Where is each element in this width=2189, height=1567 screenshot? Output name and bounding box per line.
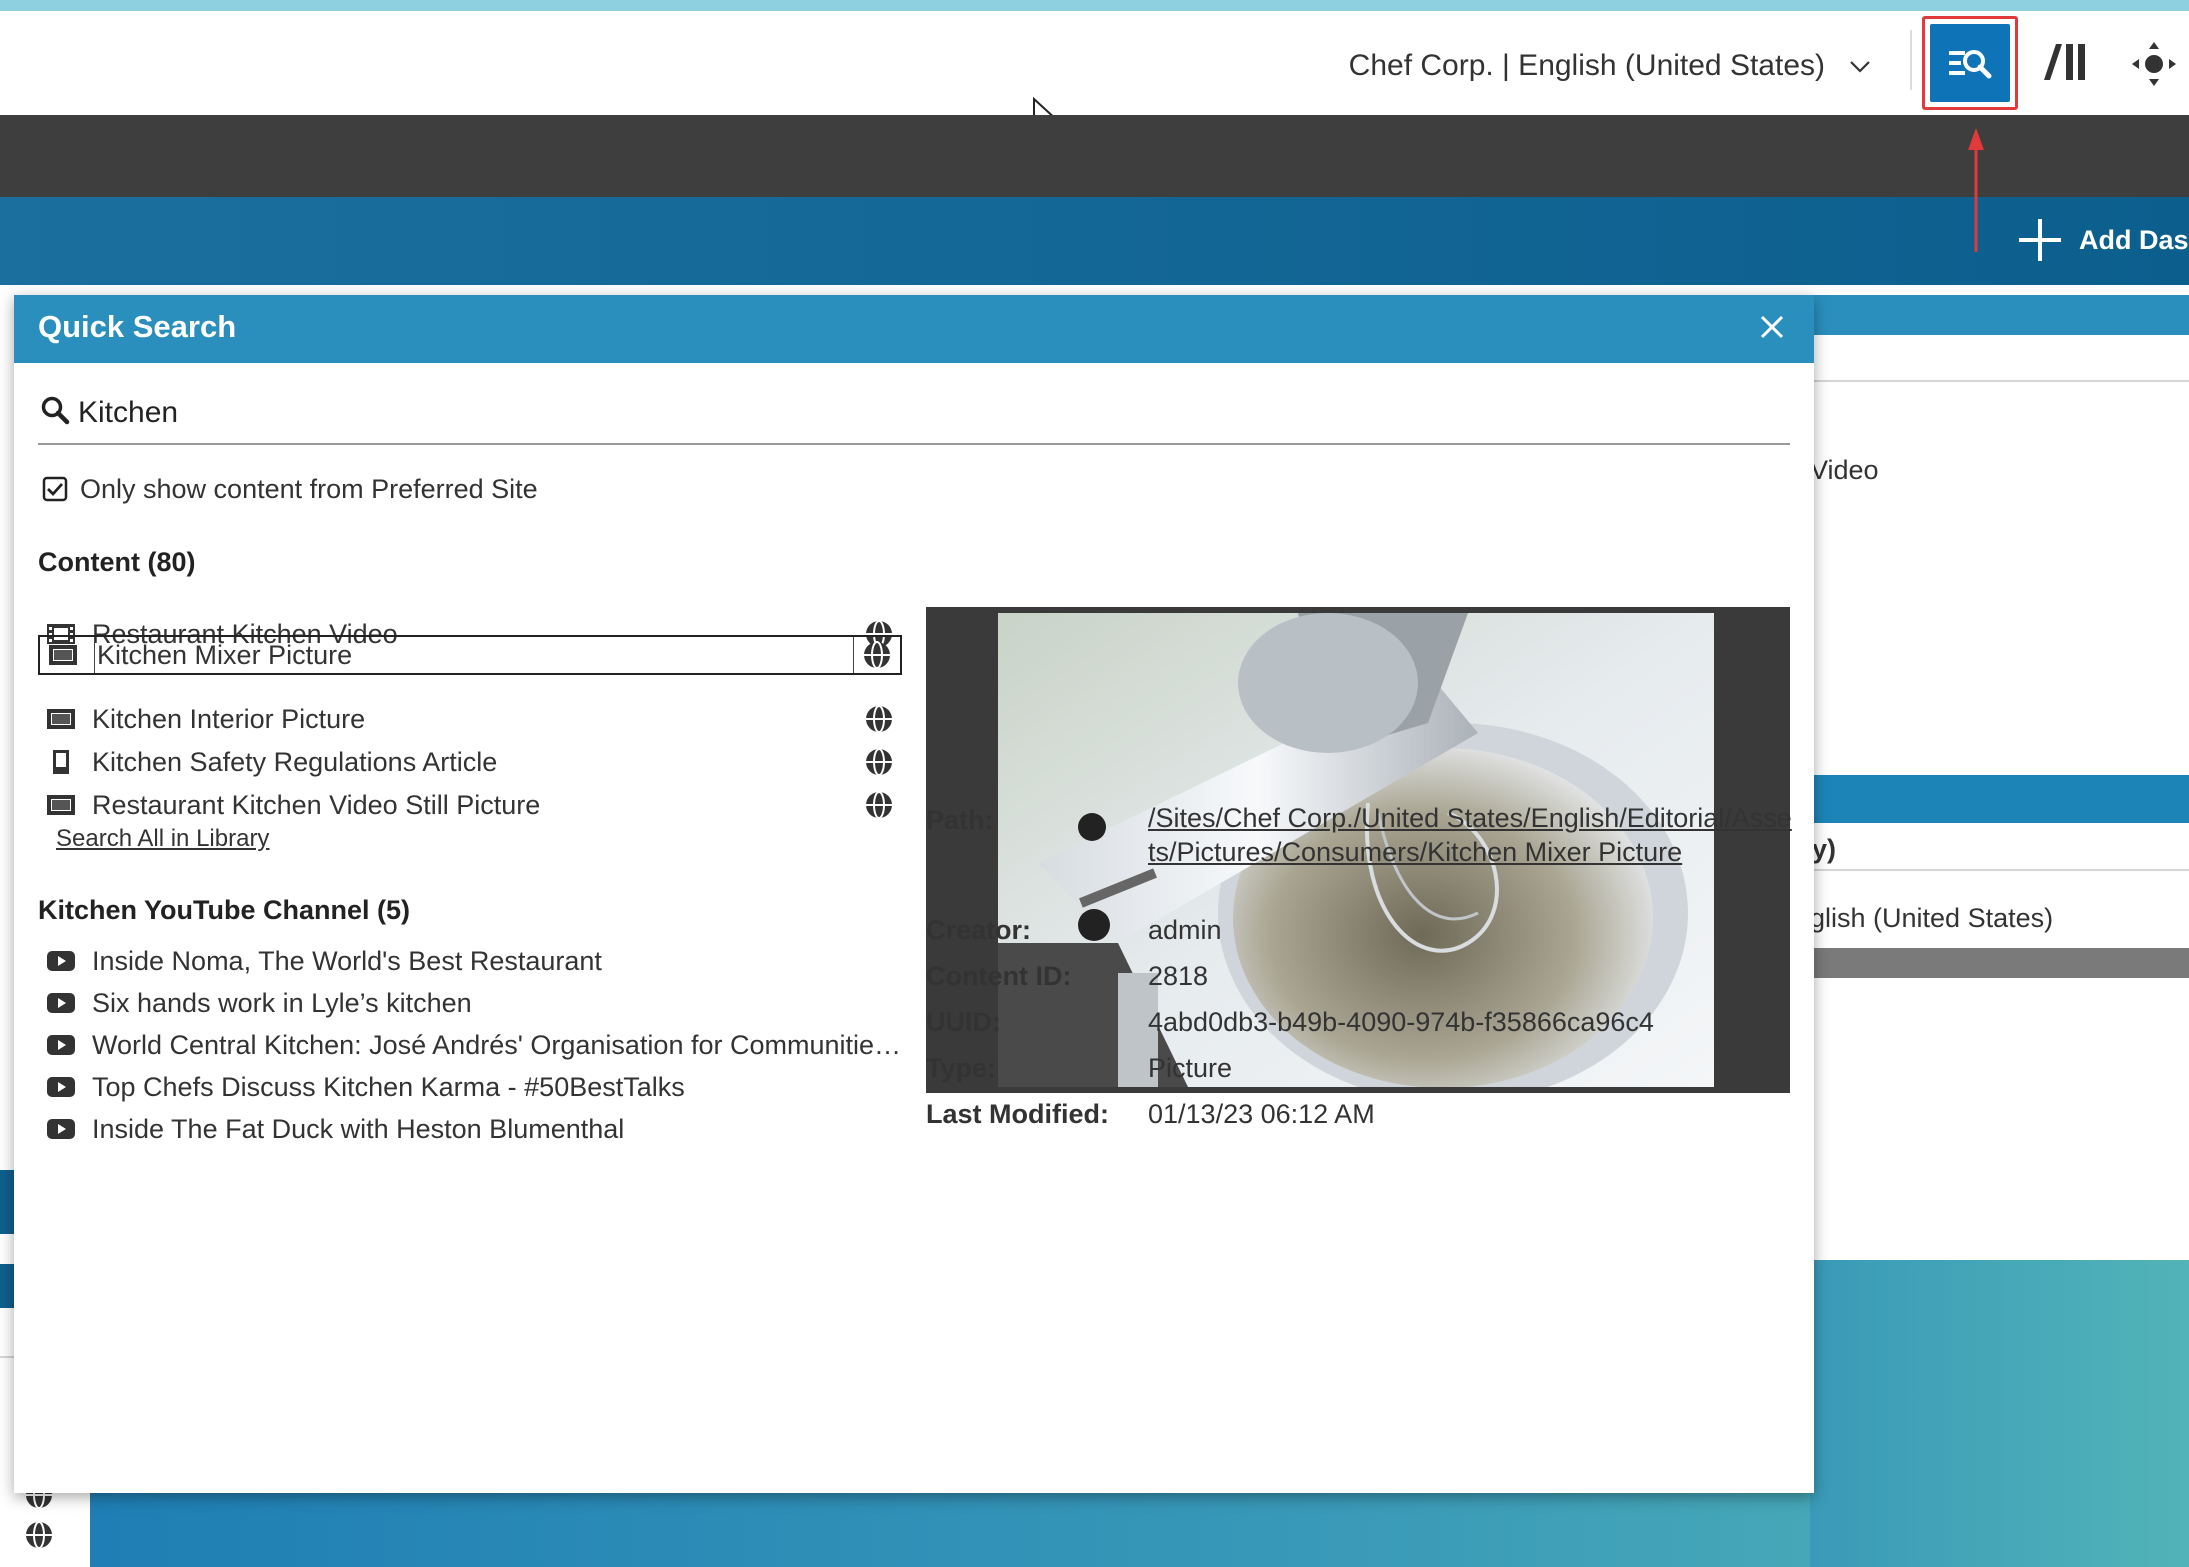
dashboard-bar (0, 197, 2189, 285)
background-locale-text: glish (United States) (1810, 903, 2054, 933)
article-icon (53, 750, 69, 774)
type-value: Picture (1148, 1053, 1233, 1083)
navigation-icon[interactable] (2130, 40, 2178, 88)
quick-search-icon (1949, 50, 1992, 79)
content-item-label: Kitchen Interior Picture (92, 703, 366, 734)
last-modified-label: Last Modified: (926, 1099, 1109, 1129)
youtube-play-icon (47, 993, 75, 1013)
picture-icon (47, 795, 75, 815)
youtube-item-label: World Central Kitchen: José Andrés' Orga… (92, 1029, 908, 1060)
top-accent-strip (0, 0, 2189, 11)
background-paren-text: y) (1812, 834, 1837, 864)
content-item-label: Restaurant Kitchen Video Still Picture (92, 789, 541, 820)
content-item-label: Kitchen Mixer Picture (94, 637, 854, 673)
path-link[interactable]: /Sites/Chef Corp./United States/English/… (1148, 801, 1796, 869)
globe-icon (26, 1521, 52, 1549)
background-left-divider (0, 1356, 14, 1358)
header-divider (1910, 30, 1912, 90)
content-section-title: Content (80) (38, 547, 196, 577)
search-all-library-link[interactable]: Search All in Library (56, 825, 269, 853)
picture-icon (47, 709, 75, 729)
background-gradient-area-right (1810, 1260, 2189, 1567)
quick-search-button[interactable] (1922, 16, 2018, 110)
youtube-item-label: Top Chefs Discuss Kitchen Karma - #50Bes… (92, 1071, 685, 1102)
youtube-play-icon (47, 951, 75, 971)
list-item-selected[interactable]: Kitchen Mixer Picture (38, 635, 902, 675)
path-label: Path: (926, 805, 994, 835)
add-dashboard-button[interactable]: Add Dash (2017, 215, 2189, 265)
list-item[interactable]: Restaurant Kitchen Video Still Picture (38, 785, 902, 825)
background-gray-bar (1810, 948, 2189, 978)
type-label: Type: (926, 1053, 997, 1083)
youtube-play-icon (47, 1035, 75, 1055)
preferred-site-option[interactable]: Only show content from Preferred Site (42, 471, 538, 507)
globe-icon (864, 641, 890, 669)
search-field (38, 387, 1790, 445)
youtube-item[interactable]: Six hands work in Lyle’s kitchen (38, 983, 908, 1023)
youtube-item-label: Six hands work in Lyle’s kitchen (92, 987, 472, 1018)
uuid-label: UUID: (926, 1007, 1001, 1037)
creator-value: admin (1148, 915, 1222, 945)
list-item[interactable]: Kitchen Interior Picture (38, 699, 902, 739)
add-dashboard-label: Add Dash (2079, 224, 2189, 255)
app-header: Chef Corp. | English (United States) (0, 11, 2189, 115)
toolbar-dark-bar (0, 115, 2189, 197)
background-left-tab-2 (0, 1264, 14, 1308)
preferred-site-label: Only show content from Preferred Site (80, 473, 538, 504)
red-arrow-annotation-icon (1968, 128, 1984, 252)
globe-icon (866, 705, 892, 733)
youtube-section-title: Kitchen YouTube Channel (5) (38, 895, 411, 925)
youtube-item[interactable]: World Central Kitchen: José Andrés' Orga… (38, 1025, 908, 1065)
picture-icon (49, 645, 77, 665)
youtube-item-label: Inside Noma, The World's Best Restaurant (92, 945, 602, 976)
creator-label: Creator: (926, 915, 1032, 945)
background-divider-2 (1810, 869, 2189, 871)
uuid-value: 4abd0db3-b49b-4090-974b-f35866ca96c4 (1148, 1007, 1654, 1037)
background-widget-header-2 (1810, 775, 2189, 823)
youtube-item-label: Inside The Fat Duck with Heston Blumenth… (92, 1113, 625, 1144)
site-locale-selector[interactable]: Chef Corp. | English (United States) (1349, 41, 1871, 91)
dialog-title: Quick Search (38, 309, 237, 344)
youtube-item[interactable]: Inside Noma, The World's Best Restaurant (38, 941, 908, 981)
content-id-label: Content ID: (926, 961, 1072, 991)
search-icon (41, 396, 70, 425)
background-divider (1810, 380, 2189, 382)
chevron-down-icon (1850, 61, 1870, 73)
content-id-value: 2818 (1148, 961, 1209, 991)
close-icon[interactable] (1758, 313, 1786, 341)
background-video-text: Video (1810, 455, 1879, 485)
plus-icon (2019, 219, 2061, 261)
search-input[interactable] (78, 389, 1778, 437)
globe-icon (866, 748, 892, 776)
content-item-label: Kitchen Safety Regulations Article (92, 746, 498, 777)
last-modified-value: 01/13/23 06:12 AM (1148, 1099, 1375, 1129)
youtube-play-icon (47, 1119, 75, 1139)
globe-icon (866, 791, 892, 819)
site-locale-label: Chef Corp. | English (United States) (1348, 49, 1825, 82)
library-icon[interactable] (2040, 36, 2090, 86)
youtube-item[interactable]: Top Chefs Discuss Kitchen Karma - #50Bes… (38, 1067, 908, 1107)
list-item[interactable]: Kitchen Safety Regulations Article (38, 742, 902, 782)
background-widget-header (1810, 295, 2189, 335)
youtube-item[interactable]: Inside The Fat Duck with Heston Blumenth… (38, 1109, 908, 1149)
checkbox-checked-icon[interactable] (42, 476, 68, 502)
youtube-play-icon (47, 1077, 75, 1097)
background-left-tab (0, 1170, 14, 1234)
quick-search-dialog: Quick Search Only show content from Pref… (14, 295, 1814, 1493)
dialog-header: Quick Search (14, 295, 1814, 363)
